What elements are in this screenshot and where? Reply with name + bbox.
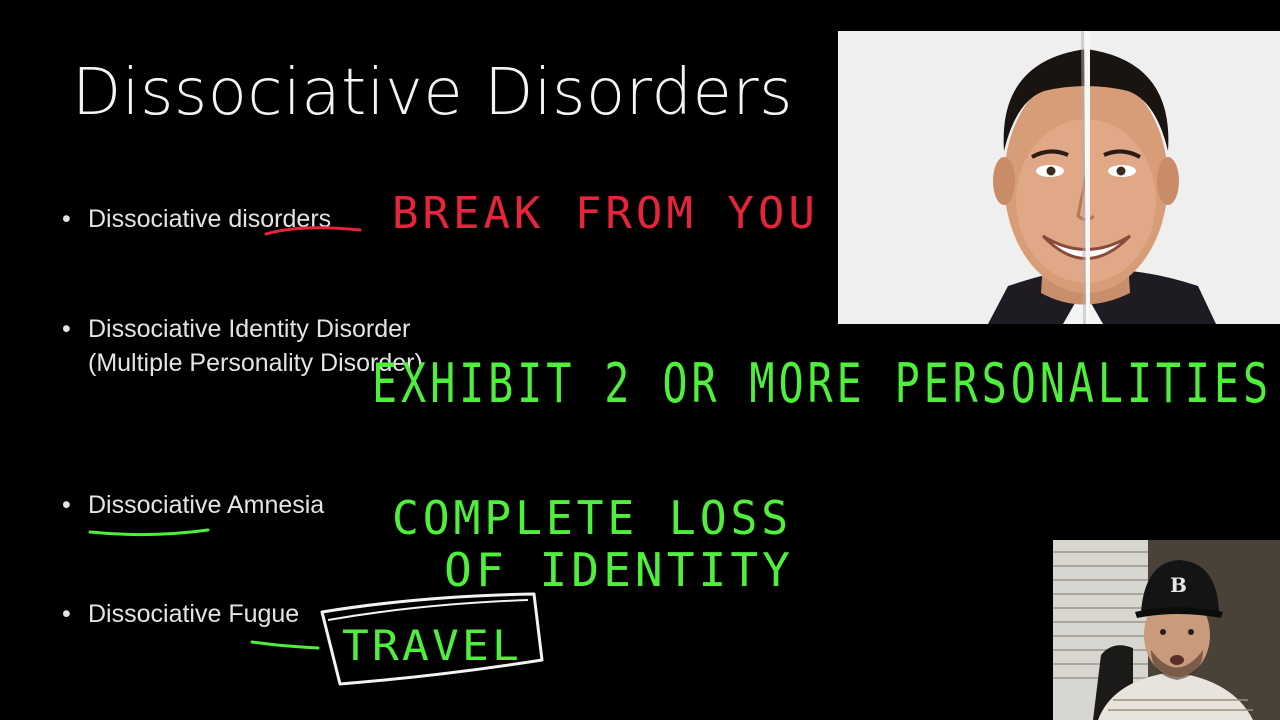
svg-text:B: B bbox=[1170, 573, 1187, 597]
presenter-illustration: B bbox=[1053, 540, 1280, 720]
annotation-exhibit-personalities: EXHIBIT 2 OR MORE PERSONALITIES bbox=[372, 352, 1272, 415]
bullet-dot: • bbox=[62, 491, 71, 519]
bullet-text: Dissociative Fugue bbox=[88, 600, 300, 628]
bullet-dissociative-disorders: • Dissociative disorders bbox=[62, 202, 488, 236]
bullet-dot: • bbox=[62, 315, 71, 343]
bullet-dot: • bbox=[62, 600, 71, 628]
bullet-text: Dissociative Amnesia bbox=[88, 491, 325, 519]
green-underline-fugue bbox=[250, 640, 320, 650]
bullet-text: Dissociative disorders bbox=[88, 205, 332, 233]
annotation-of-identity: OF IDENTITY bbox=[444, 543, 794, 597]
bullet-dissociative-identity-disorder: • Dissociative Identity Disorder (Multipl… bbox=[62, 312, 468, 380]
bullet-text: Dissociative Identity Disorder (Multiple… bbox=[88, 315, 423, 377]
slide: Dissociative Disorders • Dissociative dis… bbox=[0, 0, 1280, 720]
bullet-dissociative-amnesia: • Dissociative Amnesia bbox=[62, 488, 488, 522]
bullet-dot: • bbox=[62, 205, 71, 233]
green-underline-amnesia bbox=[88, 528, 210, 537]
split-face-illustration bbox=[838, 31, 1280, 324]
slide-title: Dissociative Disorders bbox=[72, 56, 793, 130]
bullet-dissociative-fugue: • Dissociative Fugue bbox=[62, 597, 488, 631]
split-face-photo bbox=[838, 31, 1280, 324]
presenter-webcam: B bbox=[1053, 540, 1280, 720]
